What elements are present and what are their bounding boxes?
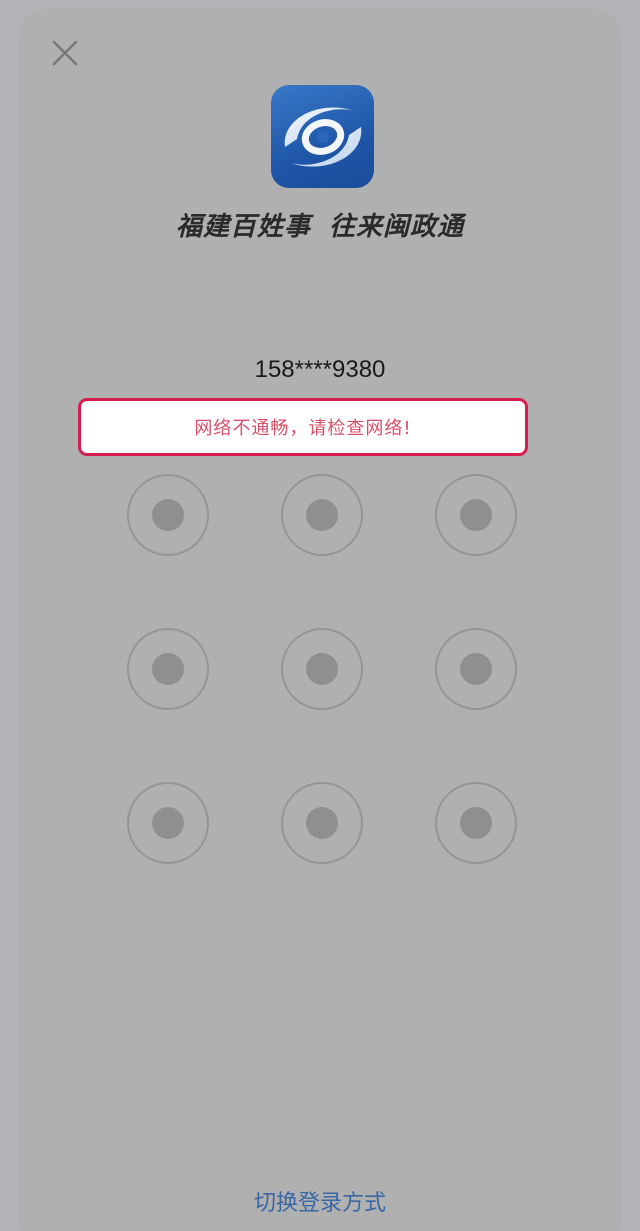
- pattern-node-center: [460, 499, 492, 531]
- pattern-node-center: [152, 499, 184, 531]
- close-button[interactable]: [46, 34, 84, 72]
- pattern-node-9[interactable]: [435, 782, 517, 864]
- close-icon: [52, 40, 78, 66]
- switch-login-method-link[interactable]: 切换登录方式: [0, 1185, 640, 1217]
- network-error-message: 网络不通畅，请检查网络!: [194, 418, 412, 439]
- pattern-node-center: [152, 653, 184, 685]
- slogan-part-1: 福建百姓事: [175, 212, 311, 242]
- login-card: [22, 12, 618, 1231]
- slogan-part-2: 往来闽政通: [329, 212, 465, 242]
- pattern-node-center: [306, 807, 338, 839]
- pattern-node-center: [306, 499, 338, 531]
- pattern-node-1[interactable]: [127, 474, 209, 556]
- app-logo-icon: [284, 107, 362, 167]
- pattern-node-center: [460, 807, 492, 839]
- pattern-node-center: [152, 807, 184, 839]
- pattern-node-4[interactable]: [127, 628, 209, 710]
- pattern-node-center: [460, 653, 492, 685]
- pattern-node-5[interactable]: [281, 628, 363, 710]
- pattern-node-7[interactable]: [127, 782, 209, 864]
- pattern-node-6[interactable]: [435, 628, 517, 710]
- app-logo: [271, 85, 374, 188]
- app-slogan: 福建百姓事 往来闽政通: [0, 206, 640, 243]
- pattern-node-3[interactable]: [435, 474, 517, 556]
- pattern-node-8[interactable]: [281, 782, 363, 864]
- masked-phone-number: 158****9380: [254, 356, 386, 383]
- pattern-node-center: [306, 653, 338, 685]
- network-error-alert: 网络不通畅，请检查网络!: [78, 398, 528, 456]
- pattern-node-2[interactable]: [281, 474, 363, 556]
